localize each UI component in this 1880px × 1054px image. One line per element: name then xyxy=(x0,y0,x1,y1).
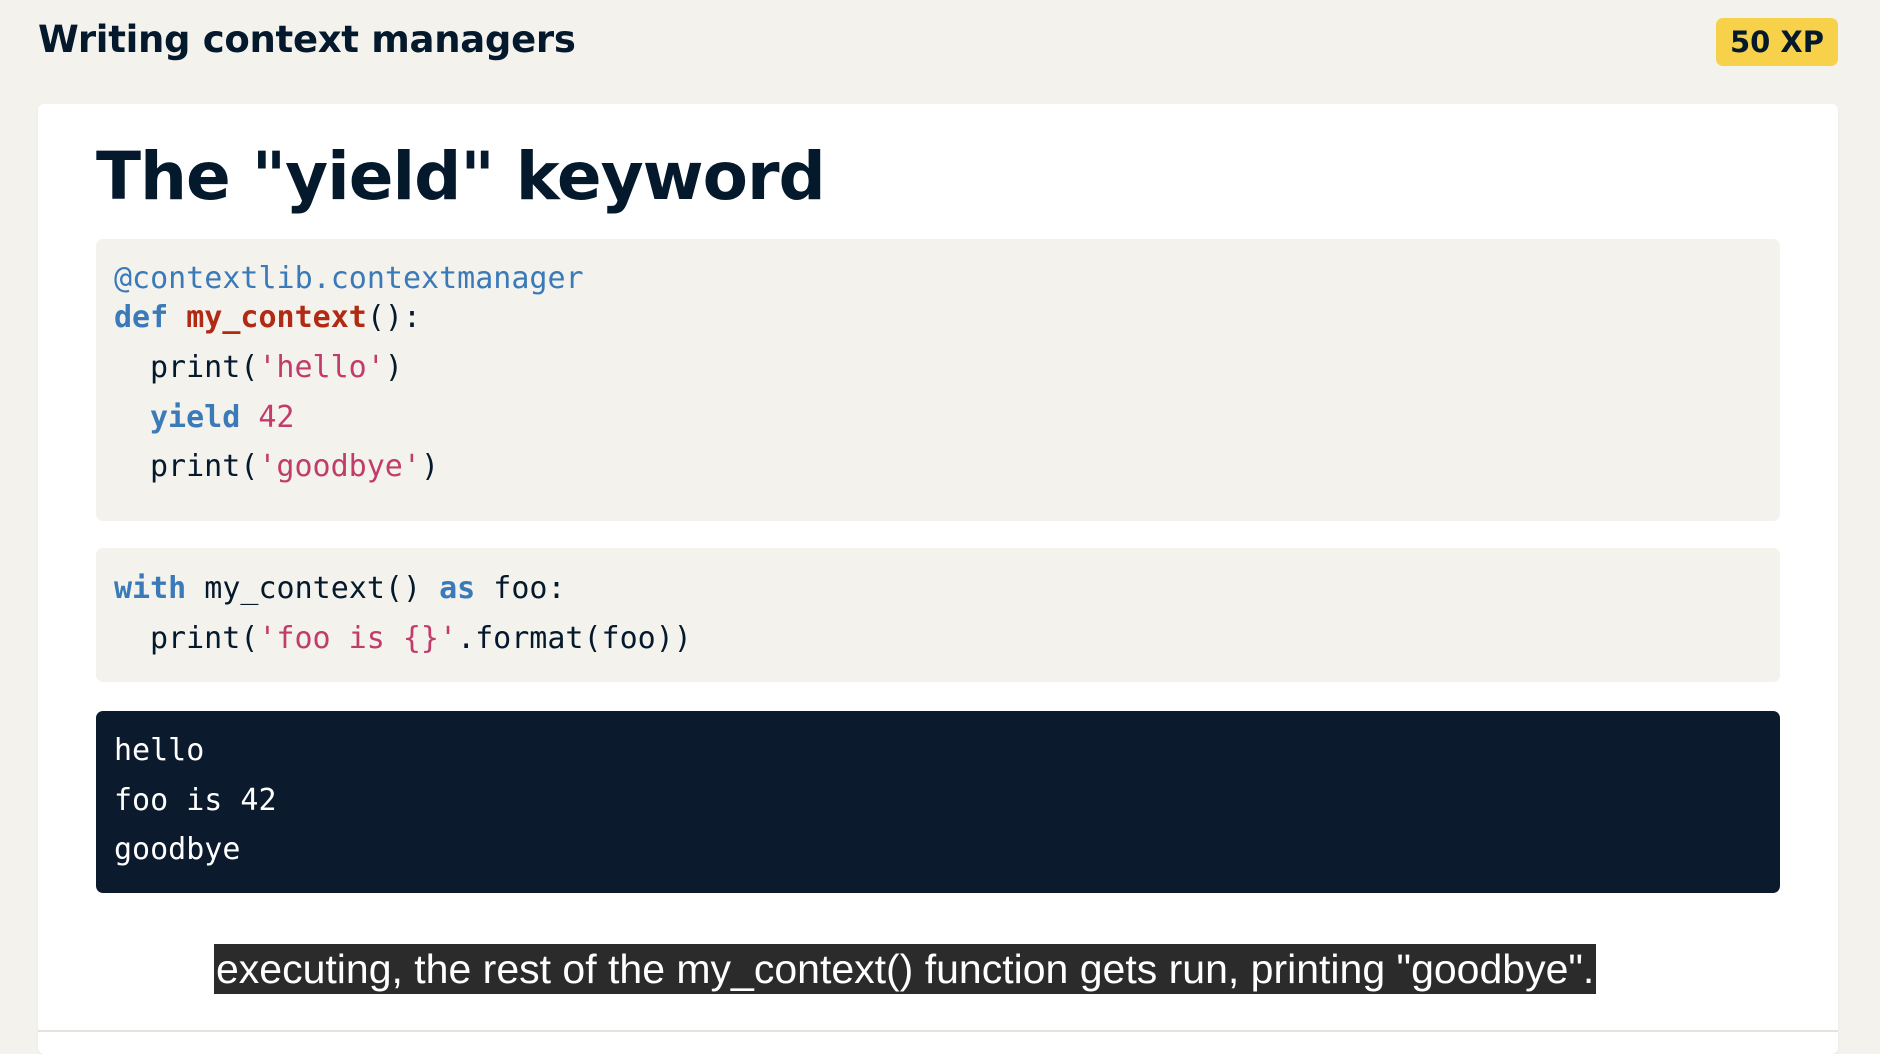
slide-card: The "yield" keyword @contextlib.contextm… xyxy=(38,104,1838,1054)
code-text: my_context() xyxy=(186,571,440,606)
keyword: def xyxy=(114,300,169,335)
output-line: foo is 42 xyxy=(114,783,277,818)
code-line: @contextlib.contextmanager xyxy=(114,259,584,299)
exercise-header: Writing context managers 50 XP xyxy=(0,0,1880,100)
code-block-definition: @contextlib.contextmanager def my_contex… xyxy=(96,239,1780,521)
code-text: .format(foo)) xyxy=(457,621,692,656)
number-literal: 42 xyxy=(258,400,295,435)
code-line: def my_context(): xyxy=(114,298,421,338)
video-caption: executing, the rest of the my_context() … xyxy=(214,944,1597,994)
code-text: print( xyxy=(150,350,259,385)
code-text: ) xyxy=(384,350,403,385)
string-literal: 'goodbye' xyxy=(258,449,421,484)
keyword: yield xyxy=(150,400,241,435)
code-block-usage: with my_context() as foo: print('foo is … xyxy=(96,548,1780,682)
code-line: print('foo is {}'.format(foo)) xyxy=(150,619,692,659)
console-output: hello foo is 42 goodbye xyxy=(96,711,1780,893)
exercise-title: Writing context managers xyxy=(38,18,576,61)
code-line: print('hello') xyxy=(150,348,403,388)
string-literal: 'hello' xyxy=(258,350,385,385)
decorator: @contextlib.contextmanager xyxy=(114,261,584,296)
code-text: (): xyxy=(366,300,422,335)
output-line: goodbye xyxy=(114,832,241,867)
code-text: print( xyxy=(150,621,259,656)
slide-title: The "yield" keyword xyxy=(96,138,826,215)
code-text: foo: xyxy=(475,571,566,606)
function-name: my_context xyxy=(186,300,367,335)
xp-badge: 50 XP xyxy=(1716,18,1838,66)
code-text: print( xyxy=(150,449,259,484)
code-line: print('goodbye') xyxy=(150,447,439,487)
keyword: with xyxy=(114,571,187,606)
output-line: hello xyxy=(114,733,205,768)
string-literal: 'foo is {}' xyxy=(258,621,458,656)
code-line: yield 42 xyxy=(150,398,295,438)
code-text: ) xyxy=(420,449,439,484)
keyword: as xyxy=(439,571,476,606)
code-line: with my_context() as foo: xyxy=(114,569,566,609)
divider xyxy=(38,1030,1838,1032)
